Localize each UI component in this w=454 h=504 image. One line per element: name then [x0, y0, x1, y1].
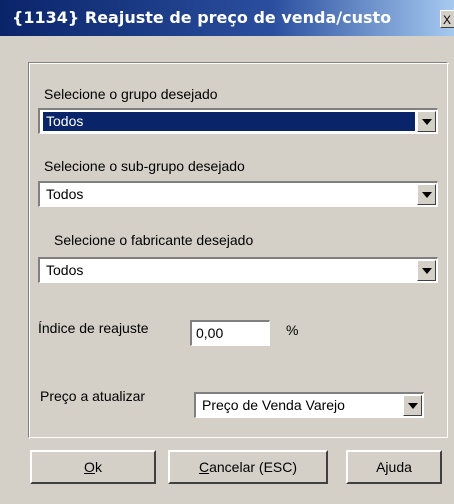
chevron-down-icon[interactable]: [417, 184, 436, 205]
subgrupo-selected-value: Todos: [46, 186, 84, 202]
preco-select[interactable]: Preço de Venda Varejo: [194, 392, 424, 418]
cancel-mnemonic: C: [198, 459, 210, 475]
dialog-window: {1134} Reajuste de preço de venda/custo …: [0, 0, 454, 504]
indice-label: Índice de reajuste: [38, 320, 149, 336]
chevron-down-icon[interactable]: [417, 111, 436, 132]
window-title: {1134} Reajuste de preço de venda/custo: [12, 8, 392, 27]
preco-selected-value: Preço de Venda Varejo: [202, 397, 345, 413]
help-button[interactable]: Ajuda: [346, 450, 442, 484]
ok-button[interactable]: Ok: [30, 450, 156, 484]
chevron-down-icon[interactable]: [403, 395, 422, 416]
cancel-button[interactable]: Cancelar (ESC): [168, 450, 328, 484]
grupo-selected-value: Todos: [43, 112, 415, 131]
grupo-select[interactable]: Todos: [38, 108, 438, 134]
fabricante-select[interactable]: Todos: [38, 257, 438, 283]
fabricante-label: Selecione o fabricante desejado: [54, 232, 254, 248]
close-button[interactable]: X: [440, 10, 454, 28]
title-bar[interactable]: {1134} Reajuste de preço de venda/custo …: [0, 0, 454, 36]
ok-label: k: [94, 459, 102, 475]
subgrupo-label: Selecione o sub-grupo desejado: [44, 158, 245, 174]
cancel-label: ancelar (ESC): [209, 459, 298, 475]
subgrupo-select[interactable]: Todos: [38, 181, 438, 207]
preco-label: Preço a atualizar: [40, 388, 146, 404]
grupo-label: Selecione o grupo desejado: [44, 86, 218, 102]
percent-unit-label: %: [286, 322, 299, 338]
fabricante-selected-value: Todos: [46, 262, 84, 278]
indice-input[interactable]: 0,00: [190, 320, 270, 346]
ok-mnemonic: O: [84, 459, 95, 475]
chevron-down-icon[interactable]: [417, 260, 436, 281]
